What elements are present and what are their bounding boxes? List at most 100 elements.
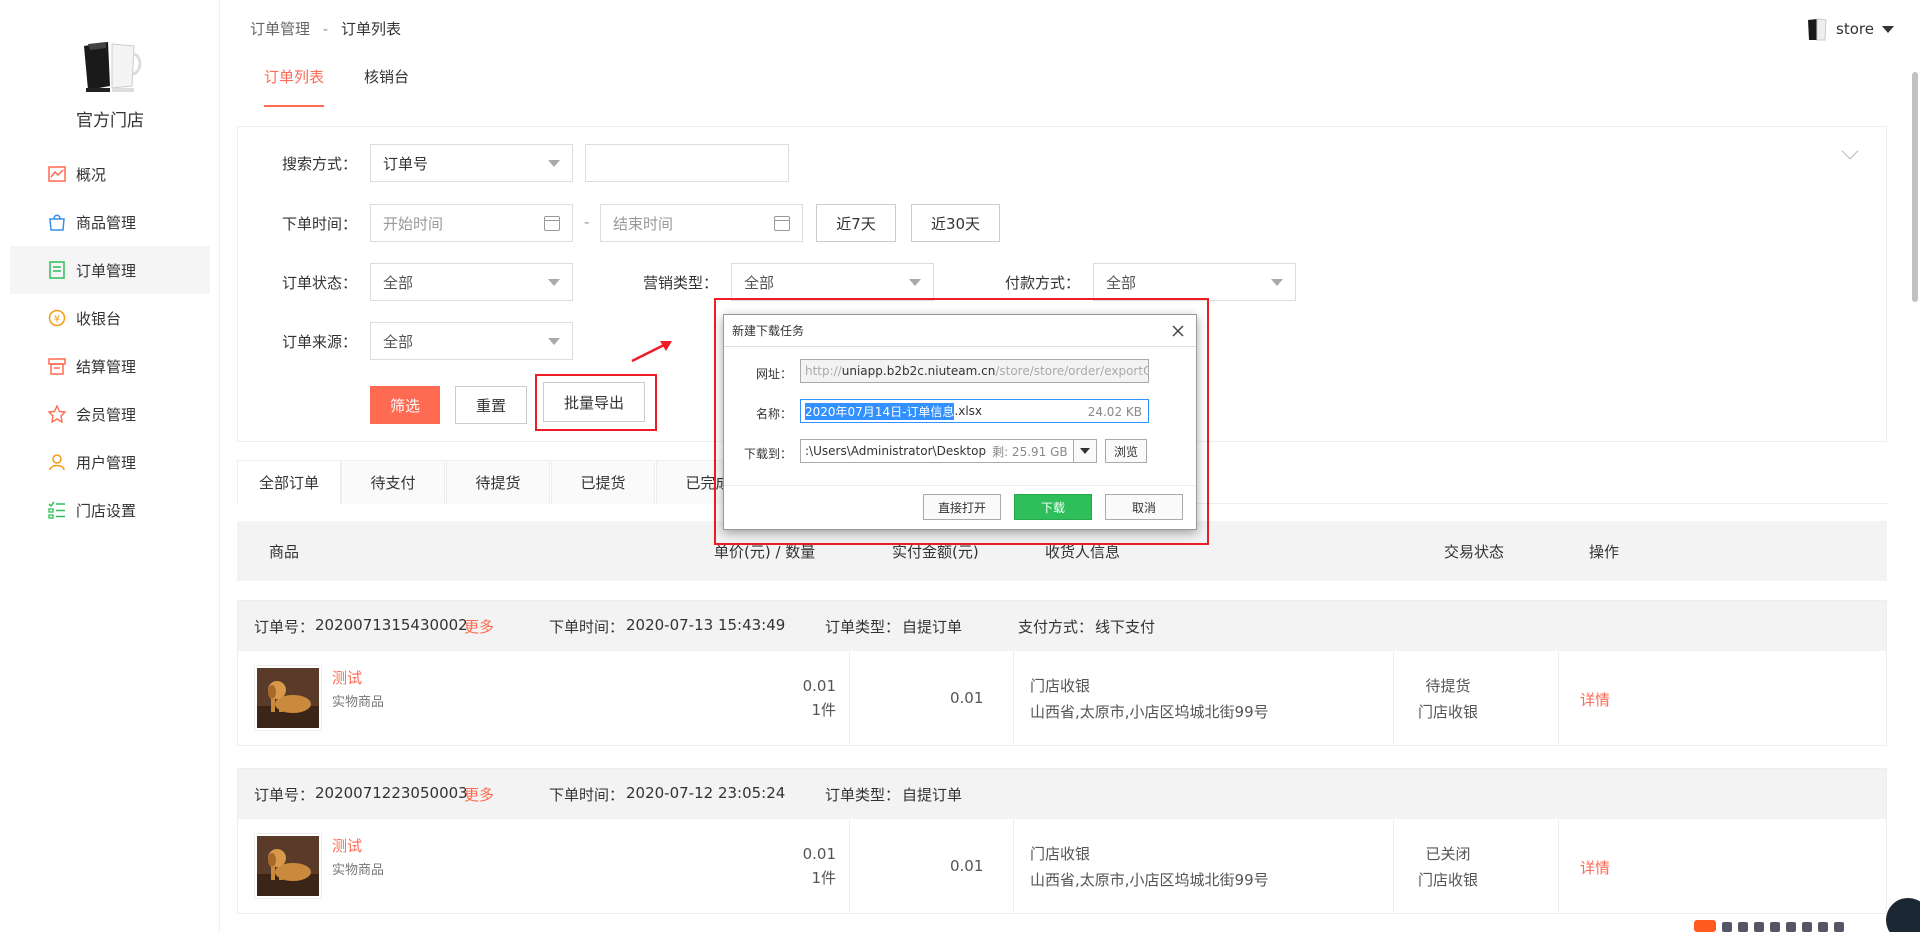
save-path-field[interactable]: :\Users\Administrator\Desktop 剩: 25.91 G… (800, 439, 1097, 463)
floating-assistant-button[interactable] (1886, 898, 1920, 932)
receiver-name: 门店收银 (1030, 845, 1091, 863)
tray-icon[interactable] (1754, 922, 1764, 932)
tray-icon[interactable] (1770, 922, 1780, 932)
tray-icon[interactable] (1802, 922, 1812, 932)
order-type: 自提订单 (902, 786, 963, 804)
end-time-input[interactable]: 结束时间 (600, 204, 803, 242)
save-to-label: 下载到： (743, 447, 792, 461)
tab-order-list[interactable]: 订单列表 (264, 66, 325, 107)
tray-app-icon[interactable] (1694, 920, 1716, 932)
marketing-type-select[interactable]: 全部 (731, 263, 934, 301)
calendar-icon (544, 216, 560, 231)
tray-icon[interactable] (1738, 922, 1748, 932)
close-icon[interactable] (1170, 323, 1186, 339)
free-space: 剩: 25.91 GB (992, 444, 1068, 459)
sidebar-item-overview[interactable]: 概况 (10, 150, 210, 198)
open-directly-button[interactable]: 直接打开 (923, 494, 1001, 520)
sidebar-nav: 概况 商品管理 订单管理 ¥ 收银台 结算管理 会员管理 用户管理 门店设置 (10, 150, 210, 534)
tray-icon[interactable] (1786, 922, 1796, 932)
marketing-type-value: 全部 (744, 273, 775, 292)
more-link[interactable]: 更多 (464, 784, 494, 805)
user-menu[interactable]: store (1806, 16, 1894, 42)
browse-button[interactable]: 浏览 (1105, 439, 1147, 463)
sidebar-item-settlement[interactable]: 结算管理 (10, 342, 210, 390)
paid-amount: 0.01 (950, 689, 984, 707)
tab-pending-payment[interactable]: 待支付 (341, 460, 445, 504)
filename-field[interactable]: 2020年07月14日-订单信息 .xlsx 24.02 KB (800, 399, 1149, 423)
tray-icon[interactable] (1818, 922, 1828, 932)
order-time: 2020-07-12 23:05:24 (626, 784, 786, 802)
product-image[interactable] (254, 665, 322, 731)
order-no: 2020071223050003 (315, 784, 468, 802)
tab-pending-pickup[interactable]: 待提货 (446, 460, 550, 504)
sidebar-item-store-settings[interactable]: 门店设置 (10, 486, 210, 534)
search-mode-select[interactable]: 订单号 (370, 144, 573, 182)
store-logo (84, 42, 142, 92)
dropdown-arrow-icon (909, 279, 921, 286)
chevron-down-icon[interactable] (1841, 142, 1859, 160)
detail-link[interactable]: 详情 (1580, 689, 1610, 710)
tab-picked-up[interactable]: 已提货 (551, 460, 655, 504)
sidebar-item-members[interactable]: 会员管理 (10, 390, 210, 438)
payment-method-value: 全部 (1106, 273, 1137, 292)
order-status-label: 订单状态： (282, 274, 358, 292)
last-7-days-button[interactable]: 近7天 (816, 204, 896, 242)
last-30-days-button[interactable]: 近30天 (911, 204, 1000, 242)
cell-divider (1013, 651, 1014, 745)
sidebar-item-users[interactable]: 用户管理 (10, 438, 210, 486)
start-time-input[interactable]: 开始时间 (370, 204, 573, 242)
tray-icon[interactable] (1834, 922, 1844, 932)
cancel-button[interactable]: 取消 (1105, 494, 1183, 520)
more-link[interactable]: 更多 (464, 616, 494, 637)
dropdown-arrow-icon (548, 160, 560, 167)
payment-method-select[interactable]: 全部 (1093, 263, 1296, 301)
dialog-title: 新建下载任务 (724, 315, 1196, 347)
page-scrollbar[interactable] (1910, 54, 1920, 304)
order-time-label: 下单时间： (282, 215, 358, 233)
order-type: 自提订单 (902, 618, 963, 636)
order-source-label: 订单来源： (282, 333, 358, 351)
url-label: 网址： (755, 367, 792, 381)
dropdown-arrow-icon (1271, 279, 1283, 286)
scrollbar-thumb[interactable] (1912, 72, 1918, 302)
tab-verification[interactable]: 核销台 (364, 66, 409, 107)
cell-divider (1013, 819, 1014, 913)
dialog-divider (724, 485, 1196, 486)
order-header: 订单号： 2020071223050003 更多 下单时间： 2020-07-1… (238, 769, 1886, 819)
sidebar-item-cashier[interactable]: ¥ 收银台 (10, 294, 210, 342)
sidebar-item-orders[interactable]: 订单管理 (10, 246, 210, 294)
member-icon (48, 405, 66, 423)
cell-divider (849, 819, 850, 913)
tab-all-orders[interactable]: 全部订单 (237, 460, 341, 504)
filter-button[interactable]: 筛选 (370, 386, 440, 424)
order-no-label: 订单号： (254, 786, 315, 804)
order-card: 订单号： 2020071223050003 更多 下单时间： 2020-07-1… (237, 768, 1887, 914)
path-dropdown-button[interactable] (1073, 439, 1097, 463)
col-status: 交易状态 (1444, 543, 1505, 561)
product-name-link[interactable]: 测试 (332, 667, 362, 688)
order-source-select[interactable]: 全部 (370, 322, 573, 360)
download-button[interactable]: 下载 (1014, 494, 1092, 520)
order-type-label: 订单类型： (825, 618, 901, 636)
sidebar-item-goods[interactable]: 商品管理 (10, 198, 210, 246)
order-row: 测试 实物商品 0.01 1件 0.01 门店收银 山西省,太原市,小店区坞城北… (238, 819, 1886, 913)
reset-button[interactable]: 重置 (455, 386, 527, 424)
user-name: store (1836, 20, 1874, 38)
caret-down-icon (1080, 448, 1090, 454)
product-name-link[interactable]: 测试 (332, 835, 362, 856)
order-status-select[interactable]: 全部 (370, 263, 573, 301)
detail-link[interactable]: 详情 (1580, 857, 1610, 878)
store-name: 官方门店 (76, 111, 144, 131)
breadcrumb-parent[interactable]: 订单管理 (250, 20, 310, 38)
url-field[interactable]: http://uniapp.b2b2c.niuteam.cn/store/sto… (800, 359, 1149, 383)
product-image[interactable] (254, 833, 322, 899)
tray-icon[interactable] (1722, 922, 1732, 932)
download-dialog: 新建下载任务 网址： http://uniapp.b2b2c.niuteam.c… (723, 314, 1197, 530)
product-type: 实物商品 (332, 863, 385, 878)
export-highlight-box (535, 374, 657, 431)
trade-status: 已关闭 (1425, 845, 1471, 863)
dropdown-arrow-icon (548, 279, 560, 286)
cell-divider (1558, 819, 1559, 913)
search-input[interactable] (585, 144, 789, 182)
sidebar-item-label: 会员管理 (76, 405, 137, 424)
